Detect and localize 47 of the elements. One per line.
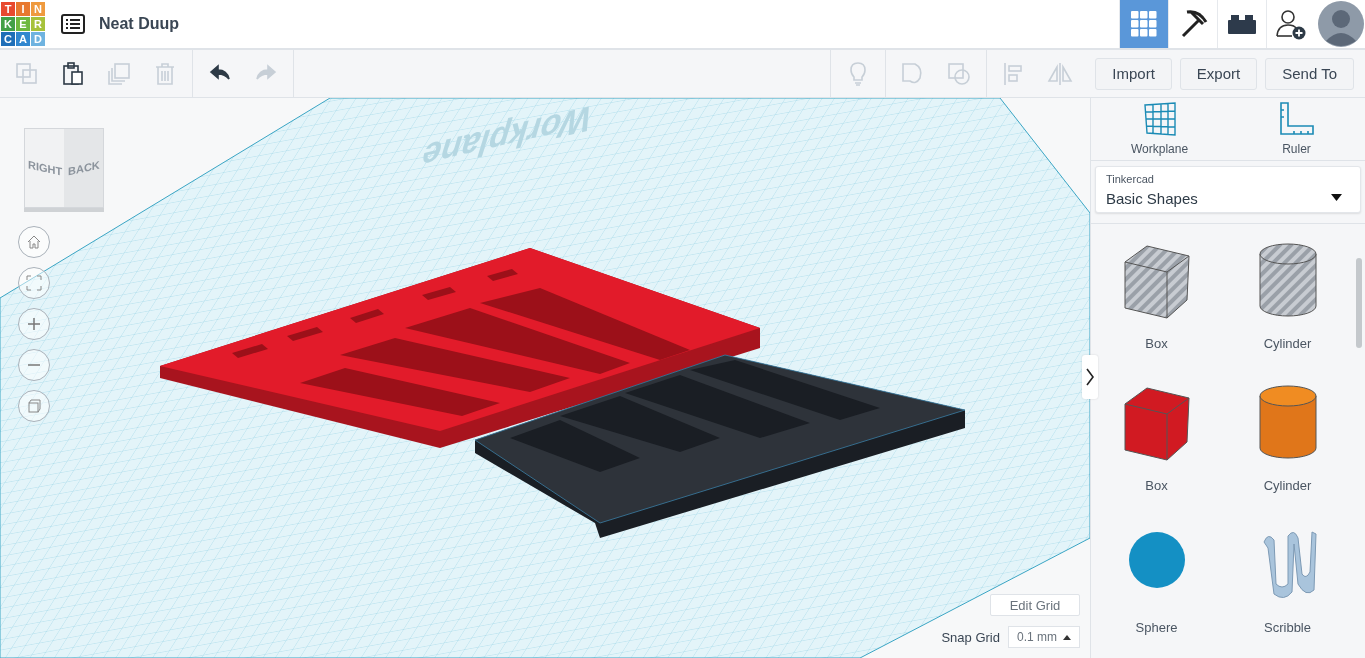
ungroup-icon — [946, 60, 973, 87]
list-icon[interactable] — [61, 14, 85, 34]
mirror-icon — [1047, 60, 1074, 87]
zoom-in-button[interactable] — [18, 308, 50, 340]
ruler-icon — [1279, 102, 1314, 136]
duplicate-icon — [106, 60, 132, 87]
shape-label: Sphere — [1135, 620, 1178, 635]
cube-outline-icon — [26, 398, 42, 414]
shape-label: Cylinder — [1263, 336, 1312, 351]
scrollbar-thumb[interactable] — [1356, 258, 1362, 348]
shape-label: Box — [1145, 478, 1168, 493]
design-title[interactable]: Neat Duup — [99, 15, 179, 33]
fit-view-button[interactable] — [18, 267, 50, 299]
caret-icon — [1063, 634, 1071, 640]
home-view-button[interactable] — [18, 226, 50, 258]
comb-model-drawing[interactable] — [474, 354, 966, 538]
add-user-icon — [1276, 8, 1306, 40]
cube-face-label: BACK — [68, 158, 100, 178]
ruler-tool-button[interactable]: Ruler — [1228, 98, 1365, 161]
caret-icon — [1331, 194, 1342, 202]
home-icon — [26, 234, 42, 250]
brick-icon — [1228, 14, 1256, 34]
cube-face-label: RIGHT — [28, 158, 63, 178]
shape-label: Box — [1145, 336, 1168, 351]
shape-label: Cylinder — [1263, 478, 1312, 493]
avatar-icon[interactable] — [1318, 1, 1364, 47]
toolbar-button[interactable]: Send To — [1265, 57, 1354, 90]
chevron-icon — [1086, 368, 1094, 386]
plus-icon — [26, 316, 42, 332]
fit-view-icon — [26, 275, 42, 291]
projection-button[interactable] — [18, 390, 50, 422]
zoom-out-button[interactable] — [18, 349, 50, 381]
toolbar-button[interactable]: Import — [1095, 57, 1172, 90]
workplane-icon — [1142, 102, 1177, 136]
copy-icon — [14, 60, 40, 87]
minus-icon — [28, 364, 40, 366]
snap-grid-dropdown[interactable]: 0.1 mm — [1008, 626, 1080, 648]
shape-label: Scribble — [1264, 620, 1311, 635]
shape-library-dropdown[interactable]: Tinkercad Basic Shapes — [1095, 166, 1361, 213]
workplane-tool-button[interactable]: Workplane — [1091, 98, 1228, 161]
snap-grid-label: Snap Grid — [941, 629, 1000, 645]
edit-grid-button[interactable]: Edit Grid — [990, 594, 1080, 616]
grid-icon — [1131, 11, 1157, 37]
paste-icon — [60, 60, 86, 87]
collapse-panel-button[interactable] — [1082, 355, 1098, 399]
toolbar-button[interactable]: Export — [1179, 57, 1258, 90]
tinkercad-logo[interactable]: T I N K E R C A D — [1, 2, 45, 46]
